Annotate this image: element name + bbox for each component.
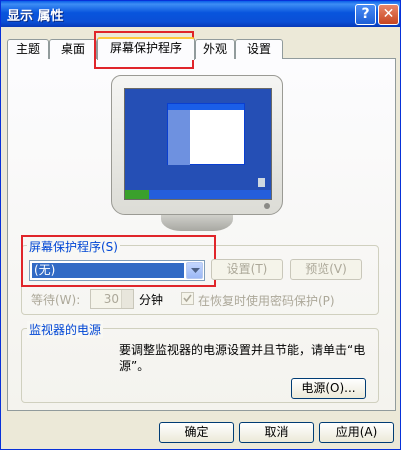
display-properties-dialog: 显示 属性 ? ✕ 主题 桌面 屏幕保护程序 外观 设置 屏幕保护程序(S) (… xyxy=(0,0,401,450)
wait-minutes-spinner[interactable]: 30 xyxy=(90,289,134,309)
help-button[interactable]: ? xyxy=(355,4,376,25)
monitor-stand xyxy=(161,215,233,231)
tab-settings[interactable]: 设置 xyxy=(235,39,283,59)
settings-button[interactable]: 设置(T) xyxy=(211,259,283,280)
power-led-icon xyxy=(264,203,270,209)
preview-screen xyxy=(124,88,272,200)
wait-value: 30 xyxy=(103,292,119,306)
preview-start-button xyxy=(125,190,149,199)
preview-button[interactable]: 预览(V) xyxy=(290,259,362,280)
apply-button[interactable]: 应用(A) xyxy=(319,422,394,443)
power-description-line2: 源”。 xyxy=(119,359,150,373)
recycle-bin-icon xyxy=(258,178,265,187)
ok-button[interactable]: 确定 xyxy=(159,422,234,443)
power-description-line1: 要调整监视器的电源设置并且节能，请单击“电 xyxy=(119,343,366,357)
wait-label: 等待(W): xyxy=(31,293,81,307)
window-title: 显示 属性 xyxy=(7,9,64,24)
tab-desktop[interactable]: 桌面 xyxy=(49,39,97,59)
cancel-button[interactable]: 取消 xyxy=(239,422,314,443)
password-checkbox-label: 在恢复时使用密码保护(P) xyxy=(198,294,335,308)
close-button[interactable]: ✕ xyxy=(378,4,399,25)
monitor-bezel xyxy=(111,75,283,215)
title-bar[interactable]: 显示 属性 ? ✕ xyxy=(1,1,400,27)
tab-screensaver[interactable]: 屏幕保护程序 xyxy=(97,37,195,60)
preview-window xyxy=(167,103,245,165)
screensaver-highlight-box xyxy=(21,235,216,287)
password-checkbox[interactable] xyxy=(181,292,194,305)
spin-up-icon[interactable] xyxy=(121,290,133,299)
tab-appearance[interactable]: 外观 xyxy=(195,39,235,59)
power-button[interactable]: 电源(O)... xyxy=(291,378,366,399)
minutes-label: 分钟 xyxy=(139,293,164,307)
monitor-preview xyxy=(111,75,283,231)
power-legend: 监视器的电源 xyxy=(27,321,104,338)
spin-down-icon[interactable] xyxy=(121,299,133,308)
tab-themes[interactable]: 主题 xyxy=(7,39,49,59)
